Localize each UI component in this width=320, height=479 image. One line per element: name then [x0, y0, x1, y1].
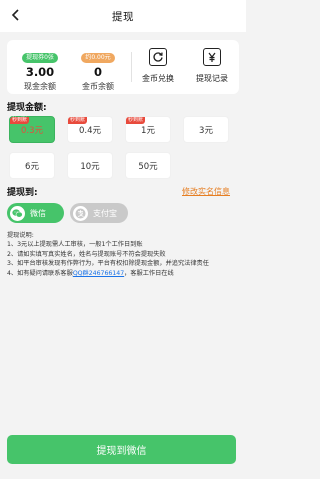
alipay-option[interactable]: 支付宝 [70, 203, 128, 223]
coin-balance: 约0.00元 0 金币余额 [69, 44, 127, 92]
amount-option-label: 0.4元 [78, 125, 102, 136]
cash-balance: 提现券0张 3.00 现金余额 [11, 44, 69, 92]
amount-option-label: 3元 [199, 125, 213, 136]
amount-option[interactable]: 10元 [67, 152, 113, 179]
note-line-prefix: 4、如有疑问请联系客服 [7, 269, 73, 277]
amount-option[interactable]: 6元 [9, 152, 55, 179]
withdraw-to-wechat-button[interactable]: 提现到微信 [7, 435, 236, 464]
amount-option[interactable]: 秒到账 0.3元 [9, 116, 55, 143]
page-title: 提现 [112, 10, 134, 23]
amount-option-label: 10元 [80, 161, 100, 172]
alipay-icon [73, 205, 88, 221]
note-line: 4、如有疑问请联系客服QQ群246766147，客服工作日在线 [7, 269, 243, 278]
top-bar: 提现 [0, 0, 246, 32]
withdraw-notes: 提现说明: 1、3元以上提现需人工审核，一般1个工作日到账 2、请如实填写真实姓… [7, 231, 243, 278]
note-line: 3、如平台审核发现有作弊行为，平台有权扣除提现金额，并追究法律责任 [7, 260, 209, 268]
coupon-badge: 提现券0张 [22, 53, 58, 63]
coin-value-badge: 约0.00元 [81, 53, 115, 63]
cash-balance-label: 现金余额 [24, 82, 56, 91]
amount-option[interactable]: 50元 [125, 152, 171, 179]
withdraw-to-label: 提现到: [7, 188, 38, 198]
yen-icon [203, 48, 221, 66]
wechat-label: 微信 [30, 208, 46, 218]
qq-group-link[interactable]: QQ群246766147 [73, 270, 124, 277]
notes-title: 提现说明: [7, 232, 34, 239]
refresh-icon [149, 48, 167, 66]
back-button[interactable] [6, 5, 26, 25]
coin-exchange-button[interactable]: 金币兑换 [125, 48, 191, 84]
amount-option[interactable]: 秒到账 1元 [125, 116, 171, 143]
amount-label: 提现金额: [7, 103, 47, 113]
withdraw-page: 提现 提现券0张 3.00 现金余额 约0.00元 0 金币余额 金币兑换 提现… [0, 0, 246, 479]
chevron-left-icon [11, 9, 19, 21]
amount-option-label: 1元 [141, 125, 155, 136]
instant-badge: 秒到账 [126, 117, 146, 124]
submit-label: 提现到微信 [96, 446, 147, 457]
coin-balance-label: 金币余额 [82, 82, 114, 91]
alipay-label: 支付宝 [93, 208, 117, 218]
wechat-option[interactable]: 微信 [7, 203, 64, 223]
wechat-icon [10, 205, 25, 221]
instant-badge: 秒到账 [10, 117, 30, 124]
amount-option[interactable]: 3元 [183, 116, 229, 143]
amount-option-label: 50元 [138, 161, 158, 172]
cash-balance-value: 3.00 [25, 65, 55, 79]
modify-realname-link[interactable]: 修改实名信息 [182, 186, 230, 197]
amount-option-label: 6元 [25, 161, 39, 172]
note-line-suffix: ，客服工作日在线 [124, 269, 174, 277]
coin-balance-value: 0 [93, 65, 102, 79]
withdraw-history-button[interactable]: 提现记录 [183, 48, 241, 84]
balance-card: 提现券0张 3.00 现金余额 约0.00元 0 金币余额 金币兑换 提现记录 [7, 40, 239, 94]
coin-exchange-label: 金币兑换 [142, 74, 174, 83]
amount-option-label: 0.3元 [20, 125, 44, 136]
note-line: 2、请如实填写真实姓名，姓名与提现账号不符会提现失败 [7, 250, 166, 258]
note-line: 1、3元以上提现需人工审核，一般1个工作日到账 [7, 241, 143, 249]
amount-option[interactable]: 秒到账 0.4元 [67, 116, 113, 143]
instant-badge: 秒到账 [68, 117, 88, 124]
withdraw-history-label: 提现记录 [196, 74, 228, 83]
